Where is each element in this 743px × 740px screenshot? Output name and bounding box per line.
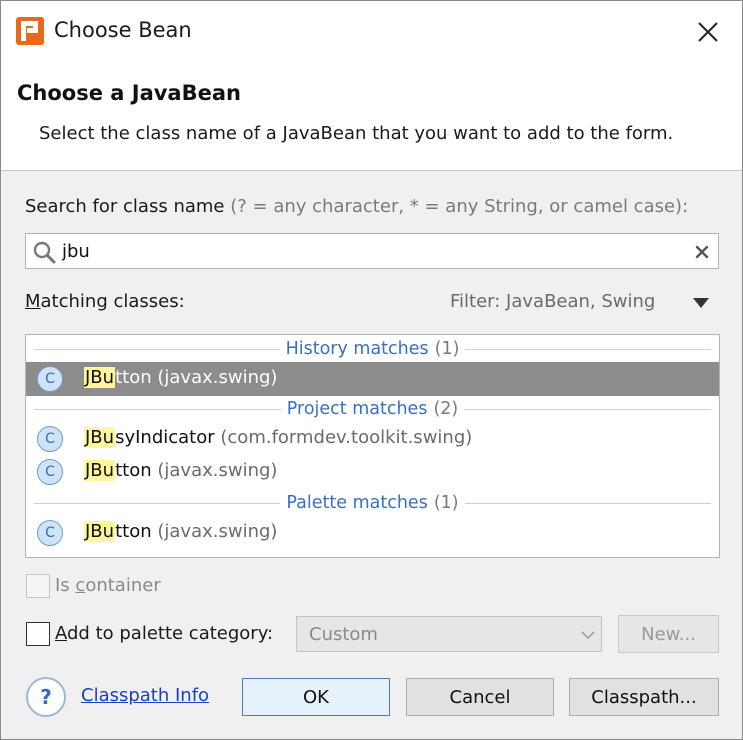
dialog-header: Choose a JavaBean Select the class name … (1, 63, 742, 171)
list-item[interactable]: C JButton (javax.swing) (26, 516, 719, 550)
class-icon: C (37, 459, 63, 485)
search-icon (33, 241, 56, 264)
list-item[interactable]: C JButton (javax.swing) (26, 455, 719, 489)
filter-label[interactable]: Filter: JavaBean, Swing (450, 291, 655, 312)
class-icon: C (37, 366, 63, 392)
group-header-palette: Palette matches (1) (34, 490, 712, 516)
list-item[interactable]: C JBusyIndicator (com.formdev.toolkit.sw… (26, 422, 719, 456)
window-title: Choose Bean (54, 18, 192, 42)
header-description: Select the class name of a JavaBean that… (39, 123, 674, 144)
list-item[interactable]: C JButton (javax.swing) (26, 362, 719, 396)
matching-classes-label: Matching classes: (25, 291, 185, 312)
matching-classes-list[interactable]: History matches (1) C JButton (javax.swin… (25, 334, 720, 558)
search-label-text: Search for class name (25, 196, 225, 217)
search-hint: (? = any character, * = any String, or c… (230, 196, 689, 217)
add-to-palette-label: Add to palette category: (55, 623, 274, 644)
class-icon: C (37, 426, 63, 452)
palette-category-value: Custom (309, 624, 378, 645)
header-title: Choose a JavaBean (17, 81, 241, 105)
search-box[interactable] (25, 233, 719, 269)
group-header-history: History matches (1) (34, 336, 712, 362)
chevron-down-icon (581, 631, 595, 640)
close-button[interactable] (687, 13, 729, 51)
search-label: Search for class name (? = any character… (25, 196, 688, 217)
app-logo-icon (16, 17, 44, 45)
dropdown-arrow-icon[interactable] (691, 295, 711, 311)
help-icon[interactable]: ? (26, 677, 66, 717)
group-header-project: Project matches (2) (34, 396, 711, 422)
close-icon (698, 22, 718, 42)
cancel-button[interactable]: Cancel (406, 678, 554, 716)
choose-bean-dialog: Choose Bean Choose a JavaBean Select the… (0, 0, 743, 740)
class-icon: C (37, 520, 63, 546)
search-input[interactable] (62, 237, 682, 265)
ok-button[interactable]: OK (242, 678, 390, 716)
classpath-info-link[interactable]: Classpath Info (81, 685, 209, 706)
is-container-checkbox[interactable] (26, 574, 50, 598)
new-category-button[interactable]: New... (618, 615, 719, 653)
classpath-button[interactable]: Classpath... (569, 678, 719, 716)
is-container-label: Is container (55, 575, 161, 596)
palette-category-combo[interactable]: Custom (296, 616, 602, 652)
add-to-palette-checkbox[interactable] (26, 622, 50, 646)
clear-icon[interactable] (692, 242, 712, 262)
title-bar: Choose Bean (1, 1, 742, 63)
